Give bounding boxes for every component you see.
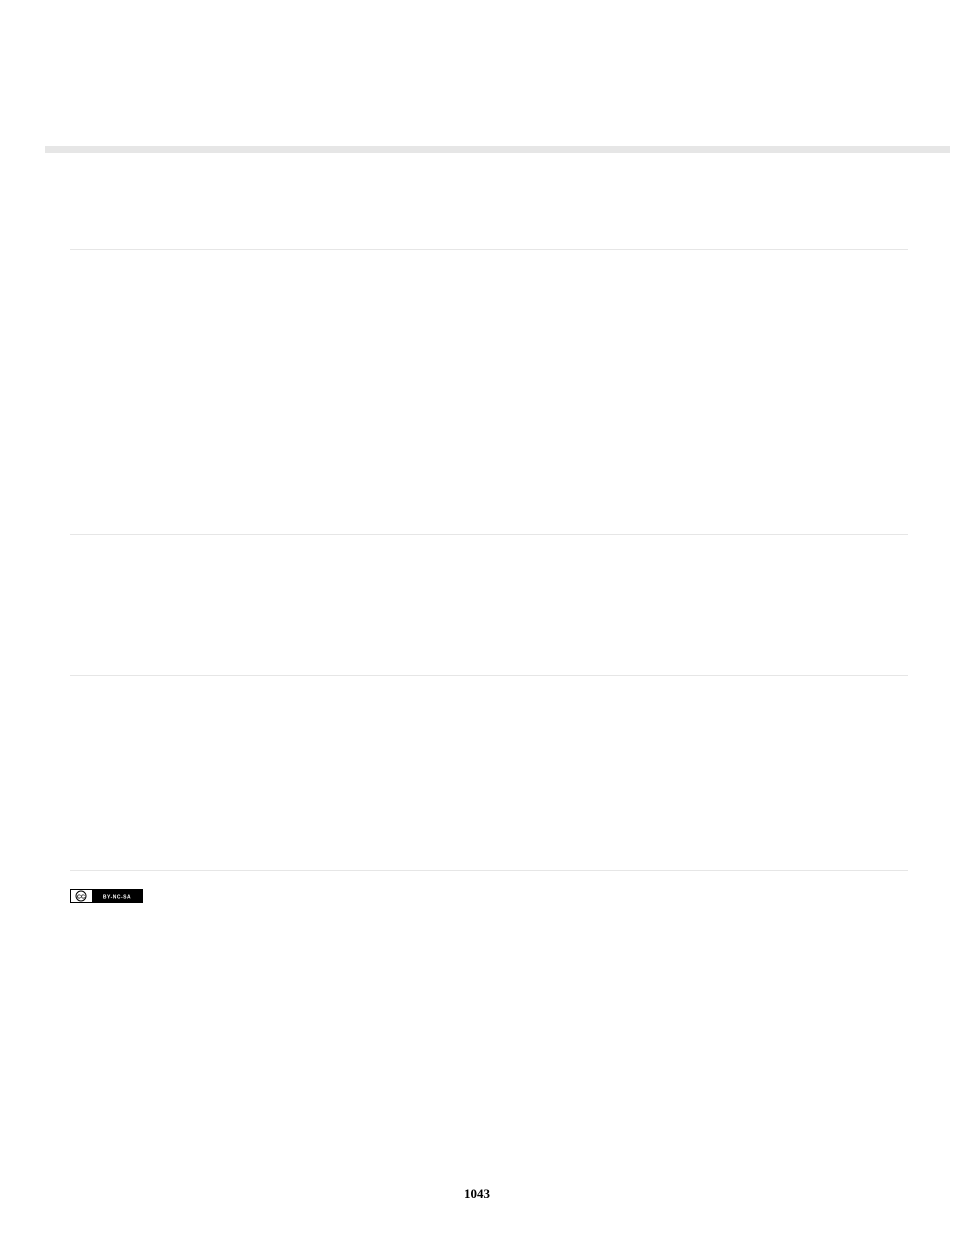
horizontal-rule <box>70 675 908 676</box>
header-bar <box>45 146 950 153</box>
page-number: 1043 <box>0 1186 954 1202</box>
horizontal-rule <box>70 249 908 250</box>
horizontal-rule <box>70 870 908 871</box>
horizontal-rule <box>70 534 908 535</box>
cc-badge-left-text: CC <box>77 895 85 901</box>
cc-badge-right-text: BY-NC-SA <box>103 895 131 901</box>
document-page: CC BY-NC-SA 1043 <box>0 0 954 1235</box>
cc-license-badge: CC BY-NC-SA <box>70 889 143 903</box>
